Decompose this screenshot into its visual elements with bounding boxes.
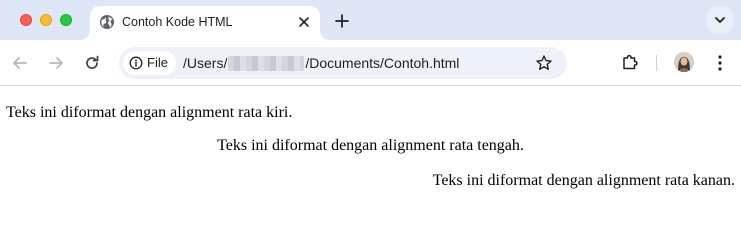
window-zoom-button[interactable]: [60, 14, 72, 26]
tab-title: Contoh Kode HTML: [122, 15, 233, 29]
more-menu-icon[interactable]: [712, 53, 728, 73]
paragraph-center-aligned: Teks ini diformat dengan alignment rata …: [217, 137, 524, 154]
toolbar-divider: [656, 55, 657, 71]
redacted-username: [228, 55, 305, 71]
profile-avatar[interactable]: [674, 52, 694, 72]
bookmark-star-icon[interactable]: [535, 54, 553, 72]
info-icon: [129, 56, 143, 70]
close-tab-icon[interactable]: [296, 14, 312, 30]
tab-active[interactable]: Contoh Kode HTML: [90, 6, 320, 40]
window-close-button[interactable]: [20, 14, 32, 26]
paragraph-right-aligned: Teks ini diformat dengan alignment rata …: [432, 172, 735, 189]
avatar-image: [674, 52, 694, 72]
tab-search-button[interactable]: [707, 7, 733, 33]
url-prefix: /Users/: [183, 55, 228, 71]
page-content: Teks ini diformat dengan alignment rata …: [0, 87, 741, 245]
arrow-right-icon[interactable]: [46, 53, 66, 73]
chip-label: File: [147, 55, 168, 70]
site-info-chip[interactable]: File: [123, 51, 176, 75]
tab-strip: Contoh Kode HTML: [0, 0, 741, 40]
window-minimize-button[interactable]: [40, 14, 52, 26]
url-suffix: /Documents/Contoh.html: [305, 55, 460, 71]
extensions-puzzle-icon[interactable]: [620, 52, 640, 72]
new-tab-icon[interactable]: [333, 12, 351, 30]
paragraph-left-aligned: Teks ini diformat dengan alignment rata …: [6, 104, 293, 121]
address-bar[interactable]: File /Users/ /Documents/Contoh.html: [119, 47, 567, 79]
url-text[interactable]: /Users/ /Documents/Contoh.html: [183, 55, 459, 71]
toolbar: File /Users/ /Documents/Contoh.html: [0, 40, 741, 86]
arrow-left-icon[interactable]: [10, 53, 30, 73]
reload-icon[interactable]: [82, 53, 102, 73]
globe-icon: [100, 15, 114, 29]
chevron-down-icon: [715, 17, 725, 23]
